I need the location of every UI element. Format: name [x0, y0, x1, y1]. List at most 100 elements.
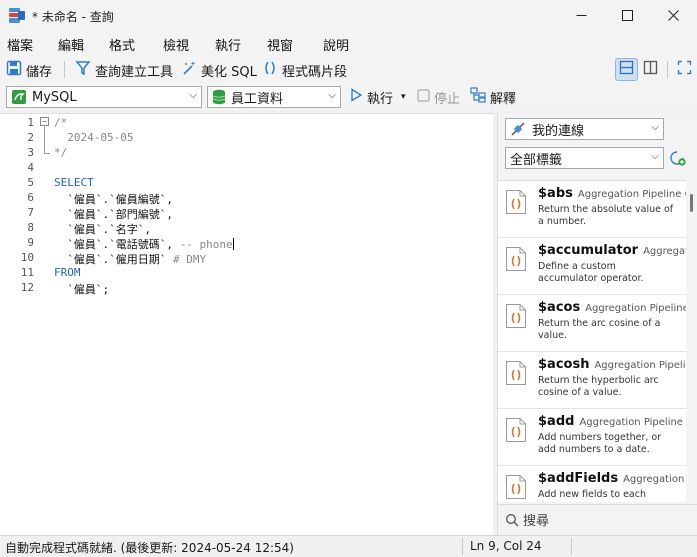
menu-edit[interactable]: 編輯 — [58, 35, 84, 54]
menu-help[interactable]: 說明 — [323, 35, 349, 54]
chevron-down-icon: ⌵ — [651, 151, 659, 162]
play-icon — [349, 88, 363, 106]
run-dropdown-icon[interactable]: ▾ — [401, 92, 406, 102]
menu-format[interactable]: 格式 — [109, 35, 135, 54]
fullscreen-button[interactable] — [673, 58, 696, 81]
snippet-search-field[interactable]: 搜尋 — [498, 504, 697, 534]
menu-bar: 檔案 編輯 格式 檢視 執行 視窗 說明 — [0, 31, 697, 56]
query-builder-button[interactable]: 查詢建立工具 — [75, 59, 173, 81]
snippet-title: $abs Aggregation Pipeline Operator — [538, 186, 686, 201]
menu-file[interactable]: 檔案 — [7, 35, 33, 54]
code-line[interactable]: 2024-05-05 — [54, 131, 133, 144]
sql-comment: # DMY — [166, 253, 207, 266]
snippet-item[interactable]: $acosh Aggregation Pipeline Operator Retur… — [498, 352, 686, 409]
split-horizontal-icon — [619, 60, 634, 79]
sql-comment: */ — [54, 146, 68, 159]
database-icon — [212, 89, 226, 105]
window-title: * 未命名 - 查詢 — [32, 10, 114, 24]
menu-window[interactable]: 視窗 — [267, 35, 293, 54]
snippet-file-icon — [505, 474, 527, 500]
run-button[interactable]: 執行 ▾ — [349, 86, 406, 108]
cursor-position: Ln 9, Col 24 — [470, 539, 542, 553]
fold-guide — [44, 126, 45, 154]
snippet-title: $acos Aggregation Pipeline Operator — [538, 300, 686, 315]
layout-vertical-split-button[interactable] — [615, 58, 638, 81]
beautify-sql-button[interactable]: 美化 SQL — [181, 59, 257, 81]
database-select[interactable]: 員工資料 ⌵ — [207, 86, 341, 108]
mysql-icon — [11, 89, 27, 105]
fold-toggle-icon[interactable]: − — [40, 117, 49, 126]
query-builder-label: 查詢建立工具 — [95, 64, 174, 80]
snippet-description: Define a custom accumulator operator. — [538, 261, 644, 284]
snippet-name: $abs — [538, 186, 573, 201]
layout-side-split-button[interactable] — [639, 58, 662, 81]
snippet-item[interactable]: $abs Aggregation Pipeline Operator Return … — [498, 181, 686, 238]
line-number: 4 — [27, 161, 34, 174]
status-divider — [571, 538, 572, 555]
explain-label: 解釋 — [490, 91, 517, 107]
sql-keyword: SELECT — [54, 176, 94, 189]
line-number: 12 — [20, 281, 34, 294]
snippet-title: $addFields Aggregation Pipeline Stage — [538, 471, 686, 486]
database-select-value: 員工資料 — [231, 91, 284, 107]
connection-filter-select[interactable]: 我的連線 ⌵ — [505, 118, 664, 140]
close-button[interactable] — [650, 0, 696, 31]
code-line[interactable]: */ — [54, 146, 67, 159]
maximize-button[interactable] — [604, 0, 650, 31]
code-line[interactable]: SELECT — [54, 176, 94, 189]
connection-filter-value: 我的連線 — [532, 123, 585, 139]
expand-icon — [677, 60, 692, 79]
query-builder-icon — [75, 60, 91, 80]
snippet-description: Add numbers together, or add numbers to … — [538, 432, 662, 455]
snippet-file-icon — [505, 417, 527, 443]
connection-plug-icon — [510, 121, 526, 137]
save-button[interactable]: 儲存 — [6, 59, 52, 81]
code-line[interactable]: `僱員`.`僱用日期` # DMY — [54, 251, 206, 267]
status-message: 自動完成程式碼就緒. (最後更新: 2024-05-24 12:54) — [5, 541, 294, 555]
toolbar: 儲存 查詢建立工具 美化 SQL 程式碼片段 — [0, 56, 697, 83]
line-number: 5 — [27, 176, 34, 189]
stop-button[interactable]: 停止 — [417, 86, 460, 108]
line-number: 2 — [27, 131, 34, 144]
code-line[interactable]: `僱員`; — [54, 281, 109, 297]
text-cursor — [232, 238, 234, 250]
magic-wand-icon — [181, 60, 197, 80]
code-line[interactable]: `僱員`.`名字`, — [54, 221, 151, 237]
split-vertical-icon — [643, 60, 658, 79]
snippet-item[interactable]: $addFields Aggregation Pipeline Stage Add … — [498, 466, 686, 502]
code-line[interactable]: `僱員`.`僱員編號`, — [54, 191, 173, 207]
snippet-category: Aggregation Pipeline Operator — [579, 417, 686, 428]
sql-editor[interactable]: 1 2 3 4 5 6 7 8 9 10 11 12 − /* 2024-05-05 */SELECT … — [0, 113, 493, 536]
scroll-thumb[interactable] — [690, 194, 693, 212]
code-line[interactable]: `僱員`.`部門編號`, — [54, 206, 173, 222]
chevron-down-icon: ⌵ — [651, 122, 659, 133]
code-line[interactable]: FROM — [54, 266, 81, 279]
menu-run[interactable]: 執行 — [215, 35, 241, 54]
snippet-item[interactable]: $add Aggregation Pipeline Operator Add num… — [498, 409, 686, 466]
snippet-category: Aggregation Pipeline Operator — [643, 246, 686, 257]
chevron-down-icon: ⌵ — [328, 90, 336, 101]
sql-token: `僱員`.`部門編號`, — [54, 208, 173, 221]
code-line[interactable]: `僱員`.`電話號碼`, -- phone — [54, 236, 234, 252]
snippet-item[interactable]: $acos Aggregation Pipeline Operator Return… — [498, 295, 686, 352]
menu-view[interactable]: 檢視 — [163, 35, 189, 54]
snippet-category: Aggregation Pipeline Operator — [594, 360, 686, 371]
stop-icon — [417, 88, 430, 106]
sql-comment: /* — [54, 116, 68, 129]
snippet-item[interactable]: $accumulator Aggregation Pipeline Operato… — [498, 238, 686, 295]
code-snippet-button[interactable]: 程式碼片段 — [262, 59, 347, 81]
minimize-button[interactable] — [558, 0, 604, 31]
connection-bar: MySQL ⌵ 員工資料 ⌵ 執行 ▾ 停止 解釋 — [0, 83, 697, 111]
connection-select[interactable]: MySQL ⌵ — [6, 86, 202, 108]
app-logo-icon — [8, 7, 26, 24]
sql-comment: 2024-05-05 — [54, 131, 134, 144]
code-line[interactable]: /* — [54, 116, 67, 129]
explain-button[interactable]: 解釋 — [470, 86, 516, 108]
add-snippet-icon[interactable] — [670, 150, 686, 170]
snippet-scrollbar[interactable] — [686, 180, 697, 502]
parentheses-icon — [262, 60, 278, 80]
beautify-sql-label: 美化 SQL — [201, 64, 257, 80]
status-bar: 自動完成程式碼就緒. (最後更新: 2024-05-24 12:54) Ln 9… — [0, 535, 697, 557]
tag-filter-select[interactable]: 全部標籤 ⌵ — [505, 147, 664, 169]
save-icon — [6, 60, 22, 80]
